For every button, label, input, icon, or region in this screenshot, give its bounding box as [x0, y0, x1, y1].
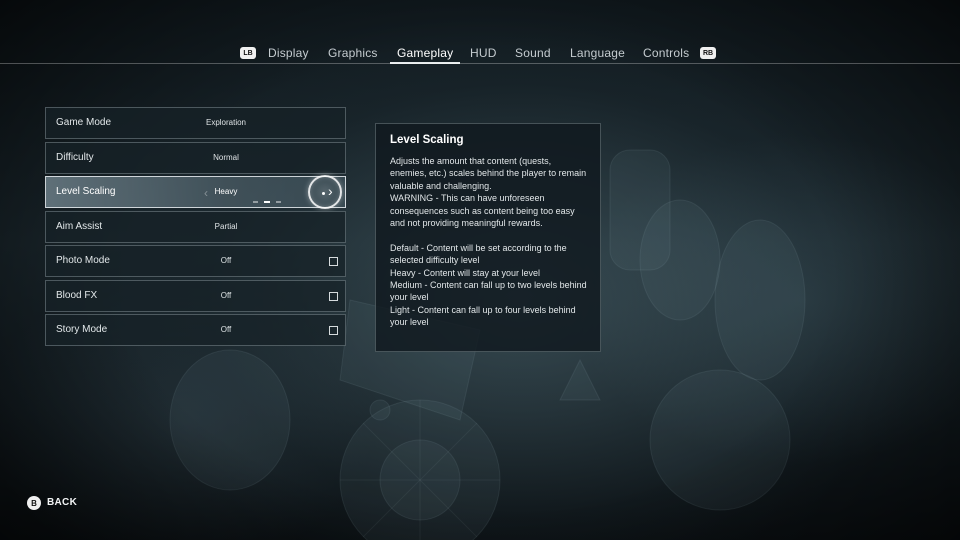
setting-label: Story Mode — [56, 324, 108, 335]
description-title: Level Scaling — [390, 134, 464, 146]
setting-game-mode[interactable]: Game Mode Exploration — [45, 107, 346, 139]
setting-label: Blood FX — [56, 289, 98, 301]
b-button-icon: B — [27, 496, 41, 510]
photo-mode-checkbox[interactable] — [329, 257, 338, 266]
setting-value: Off — [220, 325, 232, 334]
setting-aim-assist[interactable]: Aim Assist Partial — [45, 210, 346, 243]
setting-label: Aim Assist — [56, 220, 103, 232]
story-mode-checkbox[interactable] — [329, 326, 338, 335]
setting-value: Off — [220, 256, 232, 265]
cursor-ring-icon[interactable]: › — [308, 175, 342, 209]
setting-label: Game Mode — [56, 117, 112, 128]
setting-value: Normal — [213, 152, 239, 162]
description-panel: Level Scaling Adjusts the amount that co… — [375, 123, 601, 352]
tab-graphics[interactable]: Graphics — [328, 46, 378, 60]
setting-blood-fx[interactable]: Blood FX Off — [45, 279, 346, 312]
setting-story-mode[interactable]: Story Mode Off — [45, 314, 346, 346]
tab-display[interactable]: Display — [268, 46, 309, 60]
rb-bumper-icon[interactable]: RB — [700, 47, 716, 59]
option-position-indicator — [253, 201, 283, 203]
setting-value: Partial — [214, 221, 238, 231]
lb-bumper-icon[interactable]: LB — [240, 47, 256, 59]
tab-sound[interactable]: Sound — [515, 46, 551, 60]
setting-level-scaling[interactable]: Level Scaling ‹ Heavy › — [45, 175, 346, 209]
setting-label: Difficulty — [56, 151, 94, 163]
tab-controls[interactable]: Controls — [643, 46, 689, 60]
setting-photo-mode[interactable]: Photo Mode Off — [45, 245, 346, 277]
cursor-dot-icon — [322, 192, 325, 195]
setting-value: Exploration — [205, 118, 247, 127]
back-label: BACK — [47, 497, 78, 508]
nav-divider — [0, 63, 960, 64]
setting-label: Photo Mode — [56, 255, 110, 266]
tab-language[interactable]: Language — [570, 46, 625, 60]
blood-fx-checkbox[interactable] — [329, 291, 338, 301]
setting-difficulty[interactable]: Difficulty Normal — [45, 141, 346, 174]
description-body: Adjusts the amount that content (quests,… — [390, 156, 587, 328]
settings-list: Game Mode Exploration Difficulty Normal … — [45, 107, 346, 349]
setting-value: Off — [220, 290, 232, 300]
setting-value: Heavy — [214, 187, 238, 196]
tab-hud[interactable]: HUD — [470, 46, 497, 60]
chevron-right-icon[interactable]: › — [328, 183, 333, 199]
tab-gameplay[interactable]: Gameplay — [389, 46, 461, 64]
setting-label: Level Scaling — [56, 186, 116, 197]
